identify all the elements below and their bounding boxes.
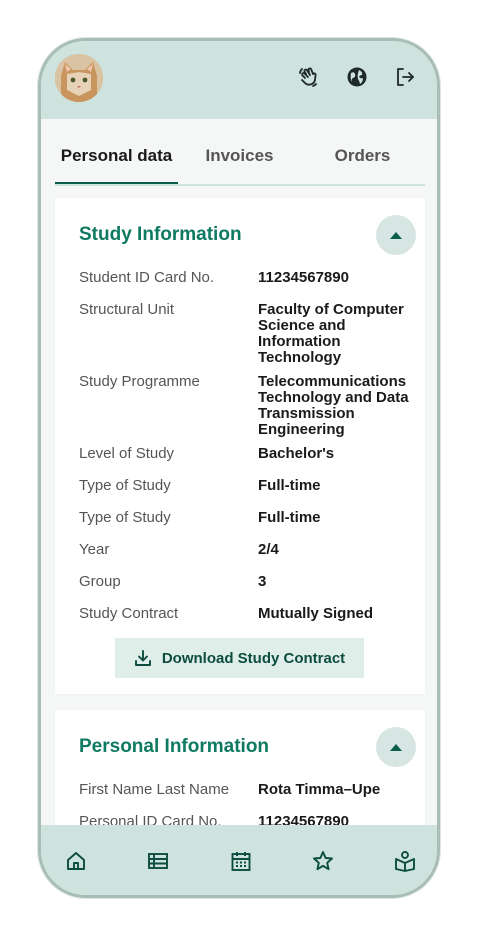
row-label: Study Programme xyxy=(79,373,200,390)
row-label: Year xyxy=(79,541,110,558)
globe-icon[interactable] xyxy=(345,65,369,89)
study-information-title: Study Information xyxy=(79,224,242,245)
row-value: 2/4 xyxy=(258,541,279,558)
tab-personal-data[interactable]: Personal data xyxy=(55,137,178,184)
row-value: 3 xyxy=(258,573,267,590)
top-bar xyxy=(41,41,437,119)
row-label: Study Contract xyxy=(79,605,179,622)
tab-orders[interactable]: Orders xyxy=(301,137,424,182)
home-icon[interactable] xyxy=(63,848,89,874)
hand-wave-icon[interactable] xyxy=(297,65,321,89)
cat-avatar-image xyxy=(55,54,103,102)
row-label: Group xyxy=(79,573,121,590)
row-value: 11234567890 xyxy=(258,269,349,286)
chevron-up-icon xyxy=(390,231,402,239)
list-icon[interactable] xyxy=(145,848,171,874)
personal-information-card: Personal Information First Name Last Nam… xyxy=(55,710,425,840)
row-label: Student ID Card No. xyxy=(79,269,215,286)
row-value: Rota Timma–Upe xyxy=(258,781,381,798)
tab-bar: Personal data Invoices Orders xyxy=(55,137,425,186)
study-collapse-button[interactable] xyxy=(376,215,416,255)
calendar-icon[interactable] xyxy=(228,848,254,874)
personal-information-title: Personal Information xyxy=(79,736,270,757)
row-value: Bachelor's xyxy=(258,445,335,462)
row-label: Type of Study xyxy=(79,509,171,526)
book-user-icon[interactable] xyxy=(392,848,418,874)
avatar[interactable] xyxy=(55,54,103,102)
row-label: Type of Study xyxy=(79,477,171,494)
row-value: Full-time xyxy=(258,509,321,526)
row-label: Structural Unit xyxy=(79,301,175,318)
download-study-contract-button[interactable]: Download Study Contract xyxy=(115,638,364,678)
logout-icon[interactable] xyxy=(393,65,417,89)
phone-frame: Personal data Invoices Orders Study Info… xyxy=(38,38,440,898)
row-value: Telecommunications Technology and Data T… xyxy=(258,373,409,438)
row-value: Full-time xyxy=(258,477,321,494)
row-label: Level of Study xyxy=(79,445,175,462)
download-label: Download Study Contract xyxy=(161,649,346,667)
row-value: Mutually Signed xyxy=(258,605,374,622)
row-value: Faculty of Computer Science and Informat… xyxy=(258,301,404,366)
chevron-up-icon xyxy=(390,743,402,751)
download-icon xyxy=(134,650,151,666)
bottom-nav xyxy=(41,825,437,895)
star-icon[interactable] xyxy=(310,848,336,874)
row-label: First Name Last Name xyxy=(79,781,230,798)
tab-invoices[interactable]: Invoices xyxy=(178,137,301,182)
study-information-card: Study Information Student ID Card No. 11… xyxy=(55,198,425,694)
personal-collapse-button[interactable] xyxy=(376,727,416,767)
